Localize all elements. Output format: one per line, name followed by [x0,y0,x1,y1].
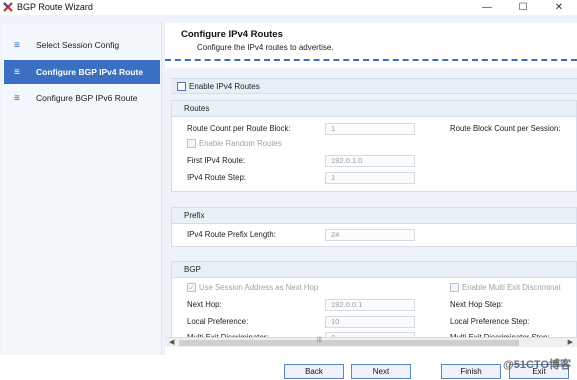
page-subtitle: Configure the IPv4 routes to advertise. [197,43,334,52]
minimize-icon[interactable]: — [469,0,505,14]
bgp-group-title: BGP [172,262,576,278]
use-session-address-row: ✓ Use Session Address as Next Hop [187,283,318,292]
ipv4-route-prefix-length-input[interactable]: 24 [325,229,415,241]
first-ipv4-route-label: First IPv4 Route: [187,156,246,165]
wizard-footer: Back Next Finish Exit [0,355,577,380]
wizard-step-list: ≡ Select Session Config ≡ Configure BGP … [2,23,162,363]
routes-group: Routes Route Count per Route Block: 1 Ro… [171,100,577,192]
next-hop-label: Next Hop: [187,300,222,309]
enable-med-label: Enable Multi Exit Discriminat [462,283,561,292]
prefix-group-title: Prefix [172,208,576,224]
nav-item-configure-bgp-ipv4-route[interactable]: ≡ Configure BGP IPv4 Route [4,60,160,84]
maximize-icon[interactable]: ☐ [505,0,541,14]
horizontal-scrollbar[interactable]: ◀ ||| ▶ [165,337,577,347]
enable-random-routes-row: Enable Random Routes [187,139,282,148]
ipv4-route-step-label: IPv4 Route Step: [187,173,246,182]
next-hop-input[interactable]: 192.0.0.1 [325,299,415,311]
list-icon: ≡ [14,39,20,51]
enable-random-routes-label: Enable Random Routes [199,139,282,148]
window-title: BGP Route Wizard [17,2,93,12]
local-preference-input[interactable]: 10 [325,316,415,328]
settings-scroll-area[interactable]: Enable IPv4 Routes Routes Route Count pe… [165,68,577,345]
route-count-label: Route Count per Route Block: [187,124,291,133]
enable-med-row: Enable Multi Exit Discriminat [450,283,561,292]
page-header: Configure IPv4 Routes Configure the IPv4… [165,23,577,61]
use-session-address-checkbox[interactable]: ✓ [187,283,196,292]
scroll-right-icon[interactable]: ▶ [568,338,573,346]
content-pane: Configure IPv4 Routes Configure the IPv4… [165,23,577,361]
use-session-address-label: Use Session Address as Next Hop [199,283,319,292]
close-icon[interactable]: ✕ [541,0,577,14]
routes-group-title: Routes [172,101,576,117]
local-preference-step-label: Local Preference Step: [450,317,530,326]
prefix-group: Prefix IPv4 Route Prefix Length: 24 [171,207,577,247]
local-preference-label: Local Preference: [187,317,249,326]
page-title: Configure IPv4 Routes [181,29,283,40]
watermark: @51CTO博客 [503,359,571,371]
app-logo-icon [2,1,14,13]
scroll-grip-icon: ||| [317,337,322,343]
nav-item-select-session-config[interactable]: ≡ Select Session Config [4,33,160,57]
ipv4-route-prefix-length-label: IPv4 Route Prefix Length: [187,230,276,239]
title-bar: BGP Route Wizard — ☐ ✕ [0,0,577,14]
route-block-count-label: Route Block Count per Session: [450,124,561,133]
enable-med-checkbox[interactable] [450,283,459,292]
enable-ipv4-routes-label: Enable IPv4 Routes [189,81,260,91]
nav-item-configure-bgp-ipv6-route[interactable]: ≡ Configure BGP IPv6 Route [4,86,160,110]
route-count-input[interactable]: 1 [325,123,415,135]
enable-random-routes-checkbox[interactable] [187,139,196,148]
wizard-body: ≡ Select Session Config ≡ Configure BGP … [0,15,577,363]
first-ipv4-route-input[interactable]: 192.0.1.0 [325,155,415,167]
enable-ipv4-routes-row: Enable IPv4 Routes [171,78,577,94]
list-icon: ≡ [14,66,20,78]
scrollbar-thumb[interactable] [179,340,519,346]
scroll-left-icon[interactable]: ◀ [169,338,174,346]
bgp-group: BGP ✓ Use Session Address as Next Hop En… [171,261,577,345]
finish-button[interactable]: Finish [441,364,501,379]
list-icon: ≡ [14,92,20,104]
enable-ipv4-routes-checkbox[interactable] [177,81,186,91]
ipv4-route-step-input[interactable]: 1 [325,172,415,184]
next-hop-step-label: Next Hop Step: [450,300,503,309]
next-button[interactable]: Next [351,364,411,379]
back-button[interactable]: Back [284,364,344,379]
